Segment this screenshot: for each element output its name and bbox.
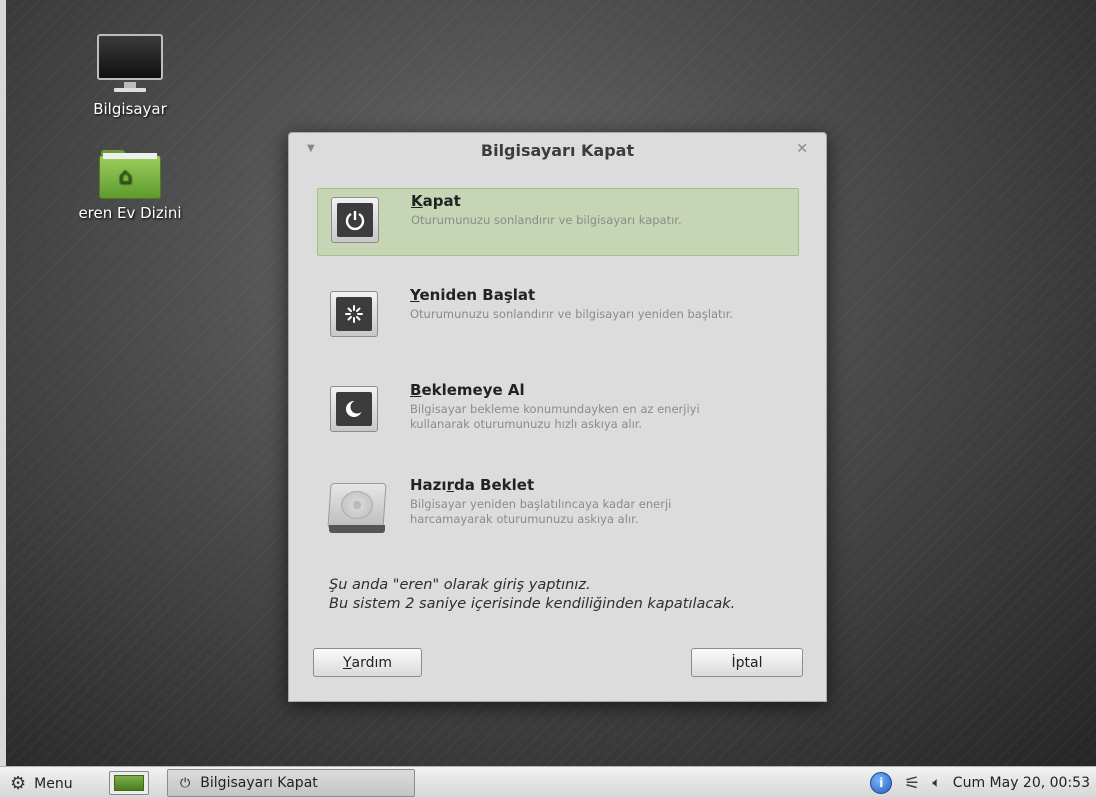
option-description: Oturumunuzu sonlandırır ve bilgisayarı y… [410,307,734,321]
help-button[interactable]: Yardım [313,648,422,677]
status-message: Şu anda "eren" olarak giriş yaptınız. Bu… [329,576,735,614]
option-hibernate[interactable]: Hazırda Beklet Bilgisayar yeniden başlat… [317,473,799,541]
home-folder-icon: ⌂ [99,148,161,200]
option-title: Kapat [411,192,461,210]
option-restart[interactable]: Yeniden Başlat Oturumunuzu sonlandırır v… [317,283,799,351]
system-tray: i ⚟ 🔈︎ Cum May 20, 00:53 [870,771,1096,795]
restart-button[interactable] [330,291,378,337]
desktop-icon-computer[interactable]: Bilgisayar [70,34,190,118]
shutdown-dialog: ▼ Bilgisayarı Kapat ✕ Kapat Oturumunuzu … [288,132,827,702]
option-description: Oturumunuzu sonlandırır ve bilgisayarı k… [411,213,682,227]
status-line-countdown: Bu sistem 2 saniye içerisinde kendiliğin… [329,596,736,612]
hard-disk-icon[interactable] [327,483,387,533]
power-icon: ⏻ [180,775,191,791]
desktop-icon-label: Bilgisayar [93,100,167,118]
desktop-icon-home[interactable]: ⌂ eren Ev Dizini [50,148,210,222]
option-suspend[interactable]: Beklemeye Al Bilgisayar bekleme konumund… [317,378,799,446]
status-line-login: Şu anda "eren" olarak giriş yaptınız. [329,577,591,593]
option-title: Beklemeye Al [410,381,525,399]
volume-icon[interactable]: 🔈︎ [932,775,940,791]
dialog-titlebar[interactable]: ▼ Bilgisayarı Kapat ✕ [289,133,826,171]
close-icon[interactable]: ✕ [796,141,808,157]
taskbar-window-button[interactable]: ⏻ Bilgisayarı Kapat [167,769,415,797]
taskbar: ⚙ Menu ⏻ Bilgisayarı Kapat i ⚟ 🔈︎ Cum Ma… [0,766,1096,798]
cancel-button[interactable]: İptal [691,648,803,677]
clock[interactable]: Cum May 20, 00:53 [953,775,1090,791]
desktop-icon-label: eren Ev Dizini [78,204,182,222]
power-icon [337,203,373,237]
restart-icon [336,297,372,331]
computer-icon [97,34,163,96]
menu-button[interactable]: ⚙ Menu [10,773,73,794]
show-desktop-button[interactable] [109,771,149,795]
shutdown-button[interactable] [331,197,379,243]
gear-icon: ⚙ [10,773,27,794]
desktop-icon [114,775,144,791]
menu-label: Menu [34,775,73,792]
option-description: Bilgisayar yeniden başlatılıncaya kadar … [410,497,672,526]
taskbar-window-label: Bilgisayarı Kapat [200,775,318,791]
moon-icon [336,392,372,426]
option-shutdown[interactable]: Kapat Oturumunuzu sonlandırır ve bilgisa… [317,188,799,256]
option-description: Bilgisayar bekleme konumundayken en az e… [410,402,700,431]
option-title: Yeniden Başlat [410,286,536,304]
suspend-button[interactable] [330,386,378,432]
update-shield-icon[interactable]: i [870,772,893,794]
option-title: Hazırda Beklet [410,476,535,494]
desktop-edge [0,0,6,766]
network-icon[interactable]: ⚟ [904,773,920,794]
dialog-title: Bilgisayarı Kapat [480,141,635,160]
